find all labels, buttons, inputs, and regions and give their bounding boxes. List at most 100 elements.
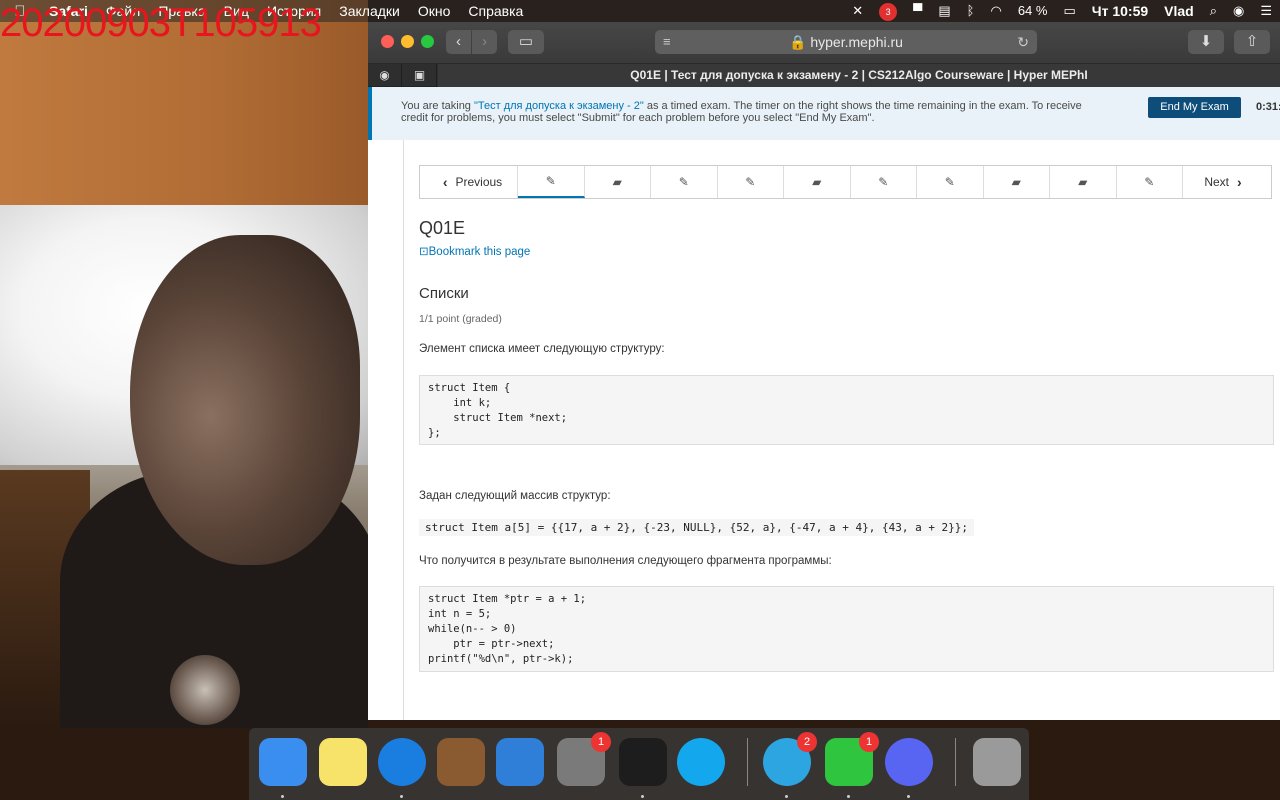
previous-label: Previous (455, 175, 503, 189)
edit-icon: ✎ (678, 175, 689, 189)
code-block-program: struct Item *ptr = a + 1; int n = 5; whi… (419, 586, 1274, 672)
dock-badge: 1 (591, 732, 611, 752)
menu-help[interactable]: Справка (459, 0, 532, 22)
dock-notes-icon[interactable] (319, 738, 367, 786)
end-my-exam-button[interactable]: End My Exam (1148, 97, 1241, 118)
dock-running-indicator (847, 795, 850, 798)
siri-icon[interactable]: ◉ (1225, 0, 1252, 22)
dock-discord-icon[interactable] (885, 738, 933, 786)
dock-facetime-icon[interactable]: 1 (825, 732, 879, 786)
code-block-struct: struct Item { int k; struct Item *next; … (419, 375, 1274, 445)
exam-link[interactable]: "Тест для допуска к экзамену - 2" (474, 100, 644, 112)
courseware-main: ‹ Previous ✎ ▰ ✎ ✎ ▰ ✎ ✎ ▰ ▰ ✎ Next › Q01E… (403, 140, 1280, 720)
book-icon: ▰ (1011, 175, 1021, 189)
notification-center-icon[interactable]: ☰ (1252, 0, 1280, 22)
menubar-user[interactable]: Vlad (1156, 0, 1202, 22)
book-icon: ▰ (812, 175, 822, 189)
sidebar-toggle-button[interactable]: ▭ (508, 30, 544, 54)
dock-safari-icon[interactable] (378, 738, 426, 786)
safari-window: ‹ › ▭ ≡ 🔒 hyper.mephi.ru ↻ ⬇ ⇧ ◉ ▣ Q01E … (368, 22, 1280, 720)
problem-points: 1/1 point (graded) (419, 313, 502, 325)
menubar-clock[interactable]: Чт 10:59 (1084, 0, 1156, 22)
next-label: Next (1204, 175, 1229, 189)
bookmark-link[interactable]: ⊡Bookmark this page (419, 244, 530, 258)
webcam-feed (0, 0, 368, 728)
dock-separator (747, 738, 748, 786)
webcam-person-head (130, 235, 360, 565)
sequence-unit-problem[interactable]: ✎ (851, 166, 917, 198)
dock-running-indicator (400, 795, 403, 798)
dock-garageband-icon[interactable] (437, 738, 485, 786)
sequence-unit-problem[interactable]: ✎ (651, 166, 718, 198)
sequence-unit-video[interactable]: ▰ (784, 166, 851, 198)
dock-running-indicator (785, 795, 788, 798)
sequence-navigation: ‹ Previous ✎ ▰ ✎ ✎ ▰ ✎ ✎ ▰ ▰ ✎ Next › (419, 165, 1272, 199)
wifi-icon[interactable]: ◠ (982, 0, 1009, 22)
edit-icon: ✎ (545, 174, 556, 188)
close-window-button[interactable] (381, 35, 394, 48)
bluetooth-icon[interactable]: ᛒ (959, 0, 983, 22)
next-button[interactable]: Next › (1183, 166, 1271, 198)
book-icon: ▰ (612, 175, 622, 189)
sequence-unit-video[interactable]: ▰ (585, 166, 651, 198)
dock-pycharm-icon[interactable] (619, 738, 667, 786)
dock-badge: 1 (859, 732, 879, 752)
battery-percentage[interactable]: 64 % (1010, 0, 1056, 22)
reader-view-icon[interactable]: ≡ (663, 30, 671, 54)
unit-title: Q01E (419, 218, 466, 238)
edit-icon: ✎ (944, 175, 955, 189)
sequence-unit-problem[interactable]: ✎ (1117, 166, 1183, 198)
problem-text-1: Элемент списка имеет следующую структуру… (419, 343, 665, 355)
reload-icon[interactable]: ↻ (1017, 30, 1029, 54)
downloads-button[interactable]: ⬇ (1188, 30, 1224, 54)
book-icon: ▰ (1078, 175, 1088, 189)
spotlight-search-icon[interactable]: ⌕ (1202, 0, 1225, 22)
dock-running-indicator (641, 795, 644, 798)
display-icon[interactable]: ▀ (905, 0, 930, 22)
previous-button[interactable]: ‹ Previous (420, 166, 518, 198)
dock-running-indicator (281, 795, 284, 798)
dock: 1 2 1 (249, 728, 1029, 800)
sequence-unit-video[interactable]: ▰ (984, 166, 1050, 198)
address-bar[interactable]: ≡ 🔒 hyper.mephi.ru ↻ (655, 30, 1037, 54)
webcam-glass-object (170, 655, 240, 725)
sequence-unit-problem[interactable]: ✎ (518, 166, 585, 198)
share-button[interactable]: ⇧ (1234, 30, 1270, 54)
edit-icon: ✎ (745, 175, 756, 189)
dock-trash-icon[interactable] (973, 738, 1021, 786)
menu-window[interactable]: Окно (409, 0, 460, 22)
dock-skype-icon[interactable] (677, 738, 725, 786)
dock-badge: 2 (797, 732, 817, 752)
problem-text-2: Задан следующий массив структур: (419, 490, 611, 502)
battery-icon[interactable]: ▭ (1055, 0, 1083, 22)
forward-button[interactable]: › (472, 30, 497, 54)
dock-system-preferences-icon[interactable]: 1 (557, 732, 611, 786)
input-source-flag-icon[interactable]: ▤ (930, 0, 958, 22)
sequence-unit-problem[interactable]: ✎ (718, 166, 784, 198)
fullscreen-window-button[interactable] (421, 35, 434, 48)
sequence-unit-problem[interactable]: ✎ (917, 166, 984, 198)
sequence-unit-video[interactable]: ▰ (1050, 166, 1117, 198)
dock-running-indicator (907, 795, 910, 798)
tools-icon[interactable]: ✕ (844, 0, 871, 22)
problem-text-3: Что получится в результате выполнения сл… (419, 555, 832, 567)
recording-timestamp: 20200903T105913 (0, 1, 322, 45)
back-button[interactable]: ‹ (446, 30, 471, 54)
notification-app-icon[interactable]: 3 (871, 0, 905, 22)
active-tab-title[interactable]: Q01E | Тест для допуска к экзамену - 2 |… (438, 64, 1280, 87)
dock-xcode-icon[interactable] (496, 738, 544, 786)
exam-banner-prefix: You are taking (401, 100, 474, 112)
exam-timer: 0:31: (1256, 101, 1280, 113)
pinned-tab-message-icon[interactable]: ▣ (403, 64, 437, 87)
pinned-tab-firefox-icon[interactable]: ◉ (368, 64, 402, 87)
edit-icon: ✎ (878, 175, 889, 189)
exam-banner-message: You are taking "Тест для допуска к экзам… (401, 100, 1101, 124)
menu-bookmarks[interactable]: Закладки (330, 0, 409, 22)
browser-toolbar: ‹ › ▭ ≡ 🔒 hyper.mephi.ru ↻ ⬇ ⇧ (368, 22, 1280, 64)
chevron-right-icon: › (1237, 174, 1242, 190)
minimize-window-button[interactable] (401, 35, 414, 48)
dock-telegram-icon[interactable]: 2 (763, 732, 817, 786)
problem-title: Списки (419, 285, 469, 302)
timed-exam-banner: You are taking "Тест для допуска к экзам… (368, 87, 1280, 140)
dock-finder-icon[interactable] (259, 738, 307, 786)
